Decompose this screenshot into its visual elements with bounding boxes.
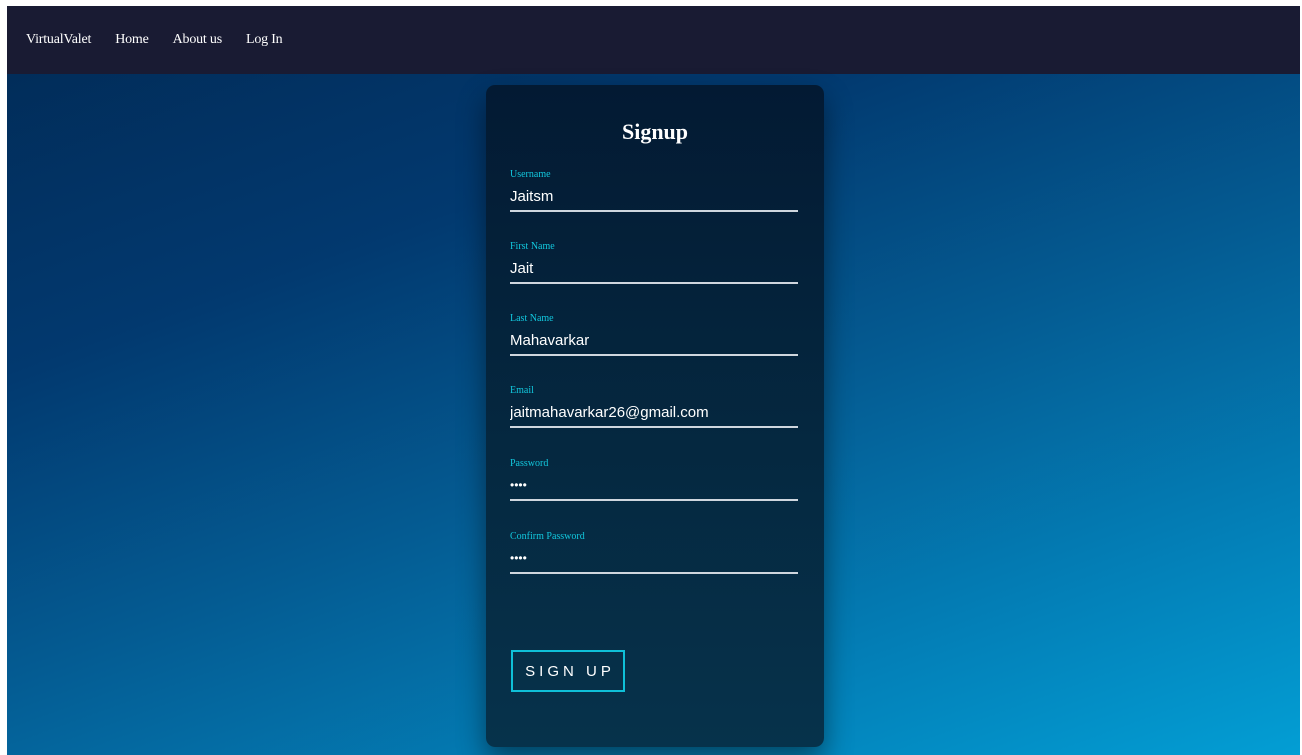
first-name-field-group: First Name: [510, 241, 798, 295]
nav-about-link[interactable]: About us: [173, 32, 223, 48]
email-label: Email: [510, 385, 534, 396]
username-label: Username: [510, 169, 551, 180]
last-name-field-group: Last Name: [510, 313, 798, 367]
confirm-password-field-group: Confirm Password: [510, 531, 798, 585]
email-input[interactable]: [510, 398, 798, 428]
confirm-password-label: Confirm Password: [510, 531, 585, 542]
username-input[interactable]: [510, 182, 798, 212]
first-name-label: First Name: [510, 241, 555, 252]
nav-brand-link[interactable]: VirtualValet: [26, 32, 91, 48]
last-name-input[interactable]: [510, 326, 798, 356]
nav-home-link[interactable]: Home: [115, 32, 149, 48]
username-field-group: Username: [510, 169, 798, 223]
email-field-group: Email: [510, 385, 798, 439]
top-navbar: VirtualValet Home About us Log In: [7, 6, 1300, 74]
confirm-password-input[interactable]: [510, 544, 798, 574]
password-label: Password: [510, 458, 549, 469]
password-field-group: Password: [510, 458, 798, 512]
last-name-label: Last Name: [510, 313, 554, 324]
sign-up-button[interactable]: SIGN UP: [511, 650, 625, 692]
signup-title: Signup: [621, 119, 689, 144]
page-background: VirtualValet Home About us Log In Signup…: [7, 6, 1300, 755]
nav-login-link[interactable]: Log In: [246, 32, 283, 48]
signup-card: Signup Username First Name Last Name Ema…: [486, 85, 824, 747]
password-input[interactable]: [510, 471, 798, 501]
first-name-input[interactable]: [510, 254, 798, 284]
